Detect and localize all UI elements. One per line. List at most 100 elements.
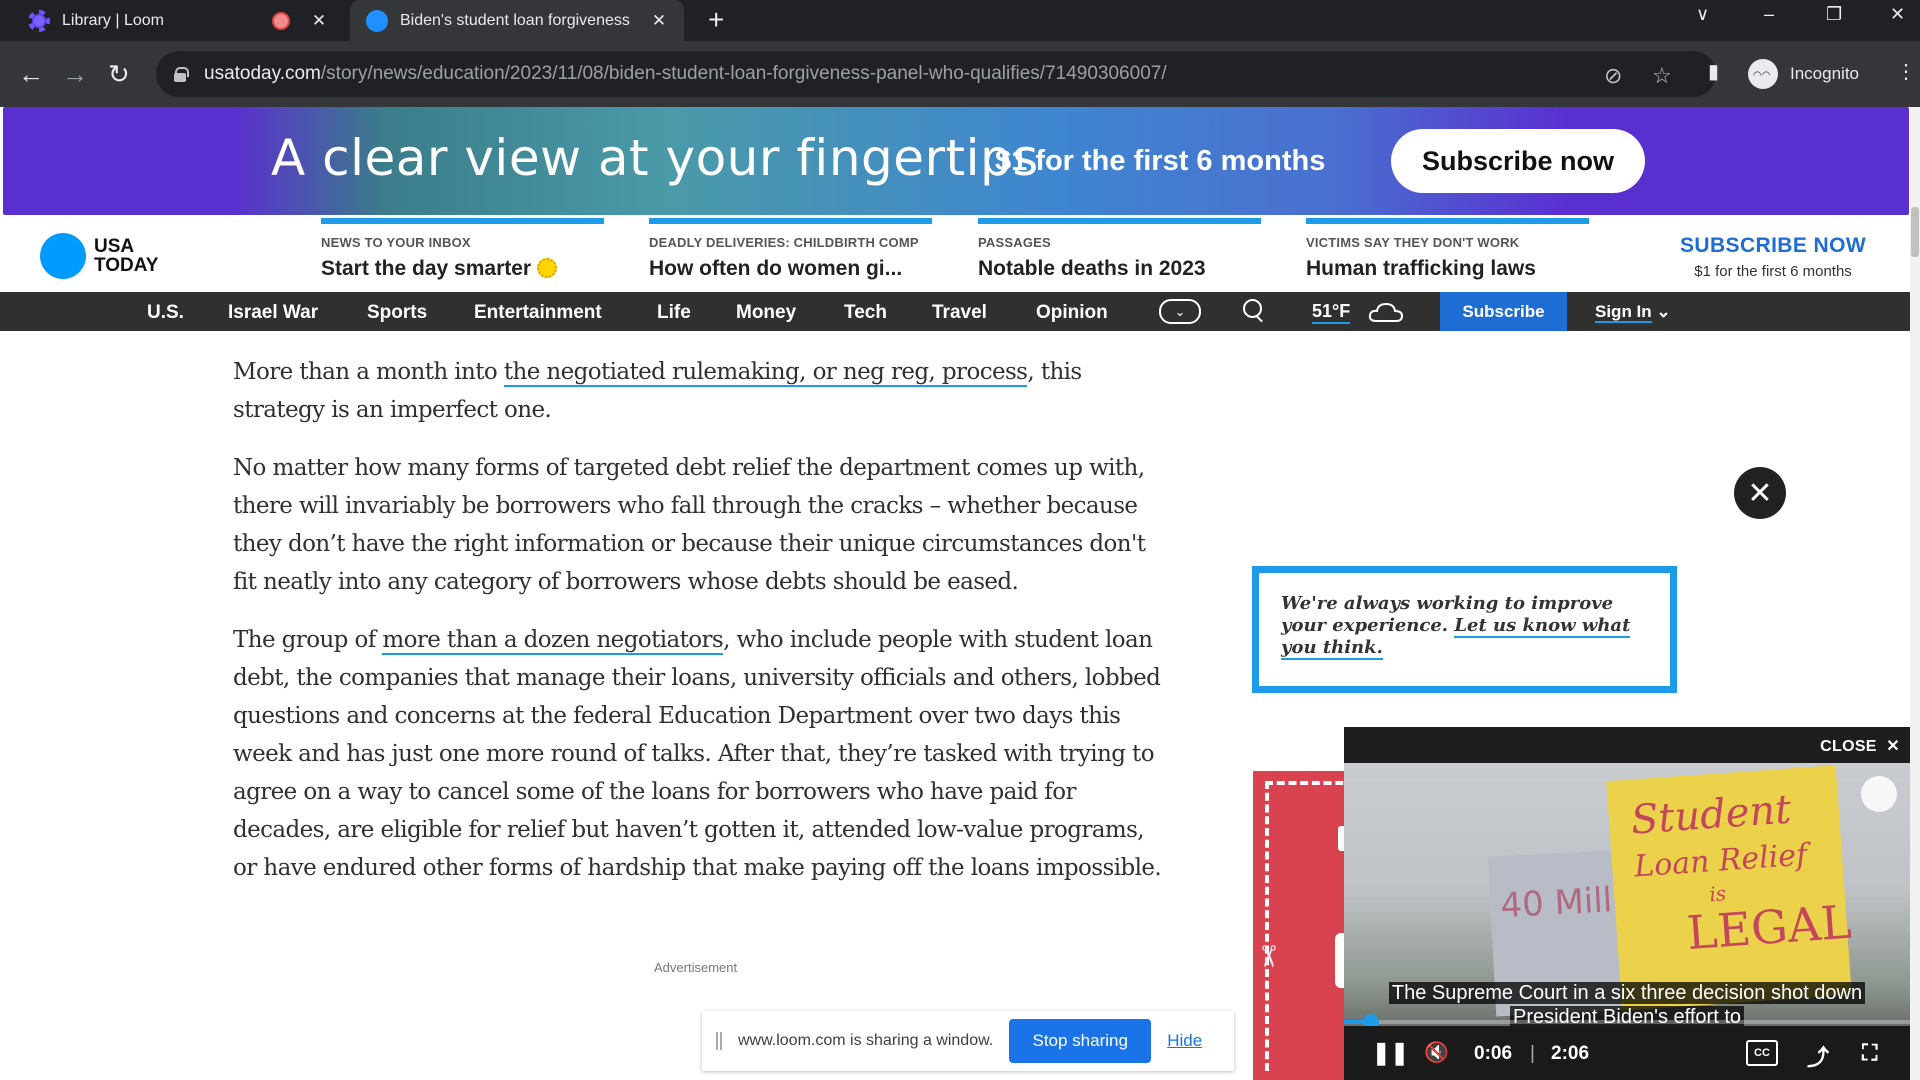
article-body: More than a month into the negotiated ru…: [233, 353, 1173, 907]
teaser-accent-bar: [321, 218, 604, 224]
floating-video-player[interactable]: CLOSE ✕ 40 Mill Student Loan Relief is L…: [1344, 727, 1910, 1080]
search-icon[interactable]: [1242, 298, 1266, 324]
teaser-headline: Start the day smarter: [321, 257, 604, 281]
tab-close-icon[interactable]: ✕: [308, 11, 330, 31]
teaser-kicker: VICTIMS SAY THEY DON'T WORK: [1306, 235, 1520, 250]
player-close-button[interactable]: CLOSE ✕: [1820, 736, 1900, 756]
teaser-passages[interactable]: PASSAGES Notable deaths in 2023: [978, 218, 1261, 281]
nav-item-opinion[interactable]: Opinion: [1036, 302, 1108, 324]
window-close-button[interactable]: ✕: [1890, 4, 1905, 25]
more-sections-chevron-icon[interactable]: ⌄: [1159, 299, 1201, 324]
address-bar[interactable]: usatoday.com/story/news/education/2023/1…: [156, 51, 1716, 97]
teaser-kicker: NEWS TO YOUR INBOX: [321, 235, 471, 250]
neg-reg-process-link[interactable]: the negotiated rulemaking, or neg reg, p…: [503, 359, 1028, 387]
article-paragraph: More than a month into the negotiated ru…: [233, 359, 1082, 423]
browser-tab-bar: Library | Loom ✕ Biden's student loan fo…: [0, 0, 1920, 41]
share-icon[interactable]: ⤴: [1807, 1040, 1829, 1072]
sun-icon: [537, 258, 558, 278]
usa-today-logo[interactable]: USA TODAY: [40, 233, 158, 279]
nav-item-money[interactable]: Money: [736, 302, 796, 324]
chevron-down-icon: ⌄: [1656, 302, 1671, 321]
logo-dot-icon: [40, 233, 86, 279]
advertisement-label: Advertisement: [654, 960, 738, 975]
masthead-subscribe-link[interactable]: SUBSCRIBE NOW $1 for the first 6 months: [1680, 234, 1866, 280]
teaser-childbirth[interactable]: DEADLY DELIVERIES: CHILDBIRTH COMP How o…: [649, 218, 932, 281]
nav-item-life[interactable]: Life: [657, 302, 691, 324]
video-progress-bar[interactable]: [1344, 1014, 1910, 1030]
nav-item-israel-war[interactable]: Israel War: [228, 302, 318, 324]
sign-in-button[interactable]: Sign In ⌄: [1595, 302, 1671, 323]
usatoday-watermark-icon: [1861, 776, 1897, 812]
browser-toolbar: ← → ↻ usatoday.com/story/news/education/…: [0, 41, 1920, 107]
fullscreen-icon[interactable]: ⛶: [1862, 1040, 1877, 1066]
promo-subscribe-button[interactable]: Subscribe now: [1391, 129, 1645, 193]
logo-line-2: TODAY: [94, 255, 159, 276]
nav-item-travel[interactable]: Travel: [932, 302, 987, 324]
teaser-newsletter[interactable]: NEWS TO YOUR INBOX Start the day smarter: [321, 218, 604, 281]
new-tab-button[interactable]: +: [708, 6, 724, 34]
negotiators-link[interactable]: more than a dozen negotiators: [382, 627, 724, 655]
pause-icon[interactable]: ❚❚: [1372, 1040, 1409, 1066]
nav-item-us[interactable]: U.S.: [147, 302, 184, 324]
duration: 2:06: [1551, 1043, 1590, 1064]
current-time: 0:06: [1474, 1043, 1513, 1064]
nav-item-sports[interactable]: Sports: [367, 302, 427, 324]
incognito-icon: [1748, 59, 1778, 89]
tab-close-icon[interactable]: ✕: [648, 11, 670, 31]
reload-button[interactable]: ↻: [108, 59, 130, 89]
side-panel-icon[interactable]: ▮: [1708, 59, 1719, 84]
close-ad-button[interactable]: ✕: [1734, 467, 1786, 519]
article-paragraph: No matter how many forms of targeted deb…: [233, 455, 1146, 595]
teaser-accent-bar: [1306, 218, 1589, 224]
main-navigation: U.S. Israel War Sports Entertainment Lif…: [0, 292, 1910, 331]
recording-indicator-icon: [272, 11, 290, 30]
browser-menu-icon[interactable]: ⋮: [1896, 59, 1916, 84]
eye-off-icon[interactable]: ⊘: [1604, 63, 1622, 89]
teaser-kicker: DEADLY DELIVERIES: CHILDBIRTH COMP: [649, 235, 919, 250]
bookmark-star-icon[interactable]: ☆: [1652, 63, 1672, 89]
teaser-trafficking[interactable]: VICTIMS SAY THEY DON'T WORK Human traffi…: [1306, 218, 1589, 281]
feedback-box: We're always working to improve your exp…: [1252, 566, 1677, 693]
hide-sharing-bar-link[interactable]: Hide: [1167, 1031, 1202, 1051]
nav-item-tech[interactable]: Tech: [844, 302, 887, 324]
incognito-profile[interactable]: Incognito: [1748, 56, 1859, 92]
logo-line-1: USA: [94, 236, 135, 257]
tab-search-icon[interactable]: ∨: [1696, 4, 1709, 25]
tab-title: Biden's student loan forgiveness: [400, 11, 630, 29]
drag-handle-icon[interactable]: [716, 1032, 722, 1050]
forward-button[interactable]: →: [62, 59, 88, 89]
teaser-headline: Notable deaths in 2023: [978, 257, 1206, 280]
page-viewport: A clear view at your fingertips $1 for t…: [0, 107, 1920, 1080]
subscribe-now-offer: $1 for the first 6 months: [1694, 263, 1852, 280]
restore-button[interactable]: ❐: [1826, 4, 1842, 25]
masthead: [0, 215, 1920, 292]
tab-title: Library | Loom: [62, 11, 164, 29]
promo-headline: A clear view at your fingertips: [271, 129, 1039, 187]
teaser-accent-bar: [649, 218, 932, 224]
player-header: CLOSE ✕: [1344, 727, 1910, 763]
cloud-icon: [1368, 302, 1404, 322]
teaser-accent-bar: [978, 218, 1261, 224]
tab-loom-library[interactable]: Library | Loom ✕: [14, 0, 344, 41]
stop-sharing-button[interactable]: Stop sharing: [1009, 1019, 1152, 1063]
video-frame[interactable]: 40 Mill Student Loan Relief is LEGAL The…: [1344, 763, 1910, 1080]
minimize-button[interactable]: –: [1764, 4, 1774, 25]
incognito-label: Incognito: [1790, 64, 1859, 83]
subscribe-now-title: SUBSCRIBE NOW: [1680, 234, 1867, 257]
nav-subscribe-button[interactable]: Subscribe: [1440, 292, 1567, 331]
mute-icon[interactable]: 🔇: [1424, 1040, 1449, 1065]
tab-usatoday-article[interactable]: Biden's student loan forgiveness ✕: [350, 0, 684, 41]
weather-temperature[interactable]: 51°F: [1312, 301, 1351, 324]
usatoday-favicon-icon: [366, 9, 388, 32]
nav-item-entertainment[interactable]: Entertainment: [474, 302, 602, 324]
subscription-promo-banner[interactable]: A clear view at your fingertips $1 for t…: [3, 107, 1909, 215]
closed-captions-icon[interactable]: CC: [1746, 1040, 1778, 1066]
coupon-ad[interactable]: ✂: [1251, 771, 1355, 1080]
close-icon: ✕: [1886, 738, 1900, 755]
back-button[interactable]: ←: [18, 59, 44, 89]
article-paragraph: The group of more than a dozen negotiato…: [233, 627, 1162, 881]
url-text: usatoday.com/story/news/education/2023/1…: [204, 63, 1167, 84]
scrollbar-thumb[interactable]: [1911, 207, 1919, 257]
teaser-headline: Human trafficking laws: [1306, 257, 1536, 280]
screen-sharing-bar: www.loom.com is sharing a window. Stop s…: [702, 1011, 1234, 1071]
